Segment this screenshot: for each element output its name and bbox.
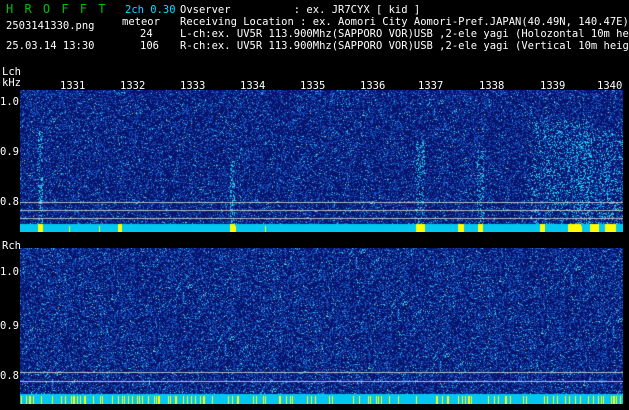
rch-ytick-1.0: 1.0 <box>0 266 19 278</box>
datetime-label: 25.03.14 13:30 <box>6 40 95 52</box>
lch-ytick-0.8: 0.8 <box>0 196 19 208</box>
filename-label: 2503141330.png <box>6 20 95 32</box>
meteor-label: meteor <box>122 16 160 28</box>
location-line: Receiving Location : ex. Aomori City Aom… <box>180 16 629 28</box>
rch-meteor-count: 106 <box>140 40 159 52</box>
rch-info-line: R-ch:ex. UV5R 113.900Mhz(SAPPORO VOR)USB… <box>180 40 629 52</box>
lch-spectrogram <box>20 90 623 232</box>
lch-ytick-1.0: 1.0 <box>0 96 19 108</box>
rch-label: Rch <box>2 240 21 252</box>
lch-meteor-count: 24 <box>140 28 153 40</box>
rch-spectrogram <box>20 248 623 404</box>
lch-info-line: L-ch:ex. UV5R 113.900Mhz(SAPPORO VOR)USB… <box>180 28 629 40</box>
lch-ytick-0.9: 0.9 <box>0 146 19 158</box>
app-title: H R O F F T <box>6 2 108 16</box>
mode-label: 2ch 0.30 <box>125 4 176 16</box>
rch-ytick-0.8: 0.8 <box>0 370 19 382</box>
rch-ytick-0.9: 0.9 <box>0 320 19 332</box>
lch-unit-label: kHz <box>2 77 21 89</box>
observer-line: Ovserver : ex. JR7CYX [ kid ] <box>180 4 421 16</box>
